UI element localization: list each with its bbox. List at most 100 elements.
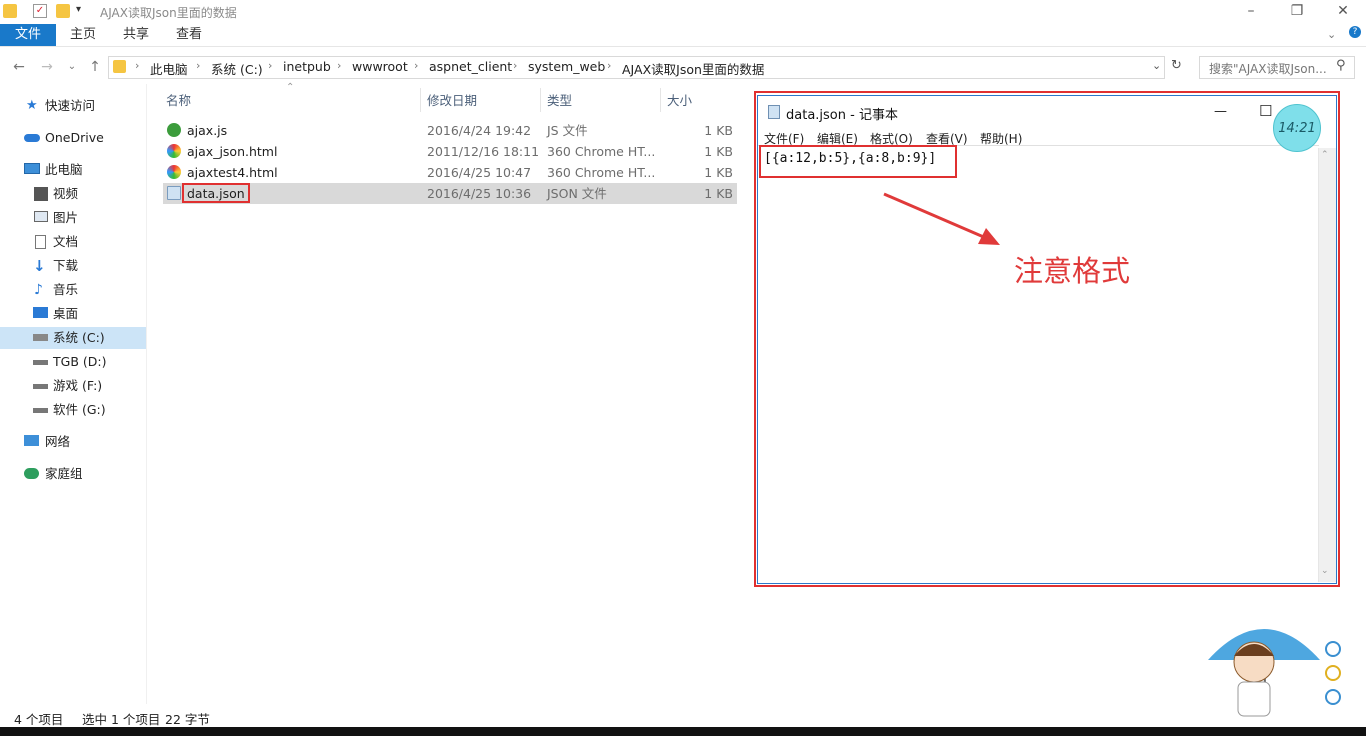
file-name: ajaxtest4.html bbox=[187, 165, 278, 180]
column-header-size[interactable]: 大小 bbox=[667, 92, 692, 110]
properties-icon[interactable]: ✓ bbox=[33, 4, 47, 18]
file-date: 2016/4/25 10:47 bbox=[427, 165, 532, 180]
file-row[interactable]: ajaxtest4.html 2016/4/25 10:47 360 Chrom… bbox=[163, 162, 737, 183]
refresh-icon[interactable]: ↻ bbox=[1171, 58, 1182, 73]
notepad-icon bbox=[768, 105, 780, 119]
sidebar-item-drive-c[interactable]: 系统 (C:) bbox=[0, 327, 146, 349]
sidebar-item-downloads[interactable]: ↓ 下载 bbox=[0, 255, 146, 277]
restore-button[interactable]: ❐ bbox=[1274, 0, 1320, 24]
sidebar-item-this-pc[interactable]: 此电脑 bbox=[0, 159, 146, 181]
column-header-name[interactable]: 名称 bbox=[166, 92, 191, 110]
breadcrumb-item[interactable]: inetpub bbox=[283, 59, 331, 74]
highlight-box bbox=[182, 183, 250, 203]
notepad-file-icon bbox=[167, 186, 181, 200]
file-type: JS 文件 bbox=[547, 123, 588, 138]
homegroup-icon bbox=[24, 468, 39, 479]
side-widget-icon[interactable] bbox=[1325, 665, 1341, 681]
sidebar-item-videos[interactable]: 视频 bbox=[0, 183, 146, 205]
sidebar-item-label: 图片 bbox=[53, 210, 79, 225]
sidebar-item-drive-f[interactable]: 游戏 (F:) bbox=[0, 375, 146, 397]
notepad-scrollbar[interactable] bbox=[1318, 148, 1336, 582]
annotation-arrow bbox=[883, 192, 1000, 245]
tab-view[interactable]: 查看 bbox=[176, 24, 202, 46]
file-date: 2016/4/24 19:42 bbox=[427, 123, 532, 138]
folder-icon bbox=[113, 60, 126, 73]
breadcrumb-separator-icon: › bbox=[196, 59, 201, 72]
search-input[interactable]: 搜索"AJAX读取Json... bbox=[1209, 60, 1327, 77]
ribbon-expand-icon[interactable]: ⌄ bbox=[1327, 28, 1336, 41]
sidebar-item-label: TGB (D:) bbox=[53, 354, 107, 369]
breadcrumb-separator-icon: › bbox=[513, 59, 518, 72]
scroll-down-icon[interactable]: ⌄ bbox=[1321, 566, 1329, 576]
sidebar-item-network[interactable]: 网络 bbox=[0, 431, 146, 453]
drive-icon bbox=[33, 384, 48, 389]
new-folder-icon[interactable] bbox=[56, 4, 70, 18]
highlight-box bbox=[759, 145, 957, 178]
breadcrumb-item[interactable]: 此电脑 bbox=[150, 59, 188, 78]
music-icon: ♪ bbox=[34, 282, 43, 298]
file-name: ajax.js bbox=[187, 123, 228, 138]
breadcrumb-separator-icon: › bbox=[268, 59, 273, 72]
folder-icon[interactable] bbox=[3, 4, 17, 18]
notepad-minimize-button[interactable]: — bbox=[1214, 104, 1227, 119]
notepad-maximize-button[interactable]: ☐ bbox=[1259, 102, 1272, 120]
cloud-icon bbox=[24, 134, 40, 142]
tab-file[interactable]: 文件 bbox=[0, 24, 56, 46]
chrome-html-icon bbox=[167, 165, 181, 179]
side-widget-icon[interactable] bbox=[1325, 689, 1341, 705]
forward-arrow-icon[interactable]: → bbox=[38, 58, 56, 76]
sidebar-item-label: OneDrive bbox=[45, 130, 104, 145]
clock-widget: 14:21 bbox=[1273, 104, 1321, 152]
download-icon: ↓ bbox=[33, 257, 46, 275]
sidebar-item-documents[interactable]: 文档 bbox=[0, 231, 146, 253]
file-date: 2011/12/16 18:11 bbox=[427, 144, 540, 159]
breadcrumb-item[interactable]: AJAX读取Json里面的数据 bbox=[622, 59, 764, 78]
file-row[interactable]: ajax.js 2016/4/24 19:42 JS 文件 1 KB bbox=[163, 120, 737, 141]
breadcrumb-separator-icon: › bbox=[337, 59, 342, 72]
up-arrow-icon[interactable]: ↑ bbox=[86, 58, 104, 76]
side-widget-icon[interactable] bbox=[1325, 641, 1341, 657]
tab-share[interactable]: 共享 bbox=[123, 24, 149, 46]
recent-locations-icon[interactable]: ⌄ bbox=[63, 58, 81, 76]
taskbar[interactable] bbox=[0, 727, 1366, 736]
column-header-type[interactable]: 类型 bbox=[547, 92, 572, 110]
breadcrumb-item[interactable]: wwwroot bbox=[352, 59, 408, 74]
minimize-button[interactable]: – bbox=[1228, 0, 1274, 24]
notepad-title: data.json - 记事本 bbox=[786, 108, 898, 123]
ribbon-bar bbox=[0, 24, 1366, 47]
search-icon[interactable]: ⚲ bbox=[1336, 58, 1346, 73]
document-icon bbox=[35, 235, 46, 249]
tab-home[interactable]: 主页 bbox=[70, 24, 96, 46]
sidebar-item-pictures[interactable]: 图片 bbox=[0, 207, 146, 229]
help-icon[interactable]: ? bbox=[1349, 26, 1361, 38]
file-date: 2016/4/25 10:36 bbox=[427, 186, 532, 201]
sidebar-item-onedrive[interactable]: OneDrive bbox=[0, 127, 146, 149]
column-divider[interactable] bbox=[540, 88, 541, 112]
file-type: 360 Chrome HT... bbox=[547, 165, 656, 180]
sidebar-item-homegroup[interactable]: 家庭组 bbox=[0, 463, 146, 485]
sidebar-item-desktop[interactable]: 桌面 bbox=[0, 303, 146, 325]
breadcrumb-item[interactable]: 系统 (C:) bbox=[211, 59, 263, 78]
column-divider[interactable] bbox=[660, 88, 661, 112]
breadcrumb-separator-icon: › bbox=[135, 59, 140, 72]
breadcrumb-item[interactable]: system_web bbox=[528, 59, 605, 74]
sidebar-item-label: 家庭组 bbox=[45, 466, 83, 481]
close-button[interactable]: ✕ bbox=[1320, 0, 1366, 24]
file-row[interactable]: ajax_json.html 2011/12/16 18:11 360 Chro… bbox=[163, 141, 737, 162]
scroll-up-icon[interactable]: ⌃ bbox=[1321, 150, 1329, 160]
file-size: 1 KB bbox=[704, 165, 733, 180]
sidebar-item-drive-g[interactable]: 软件 (G:) bbox=[0, 399, 146, 421]
address-dropdown-icon[interactable]: ⌄ bbox=[1152, 59, 1161, 72]
star-icon: ★ bbox=[26, 98, 38, 113]
video-icon bbox=[34, 187, 48, 201]
back-arrow-icon[interactable]: ← bbox=[10, 58, 28, 76]
quick-access-dropdown-icon[interactable]: ▾ bbox=[76, 4, 81, 15]
sidebar-item-music[interactable]: ♪ 音乐 bbox=[0, 279, 146, 301]
sidebar-item-quick-access[interactable]: ★ 快速访问 bbox=[0, 95, 146, 117]
column-header-date[interactable]: 修改日期 bbox=[427, 92, 477, 110]
sidebar-item-drive-d[interactable]: TGB (D:) bbox=[0, 351, 146, 373]
column-divider[interactable] bbox=[420, 88, 421, 112]
status-item-count: 4 个项目 bbox=[14, 712, 64, 727]
breadcrumb-item[interactable]: aspnet_client bbox=[429, 59, 512, 74]
breadcrumb-separator-icon: › bbox=[414, 59, 419, 72]
